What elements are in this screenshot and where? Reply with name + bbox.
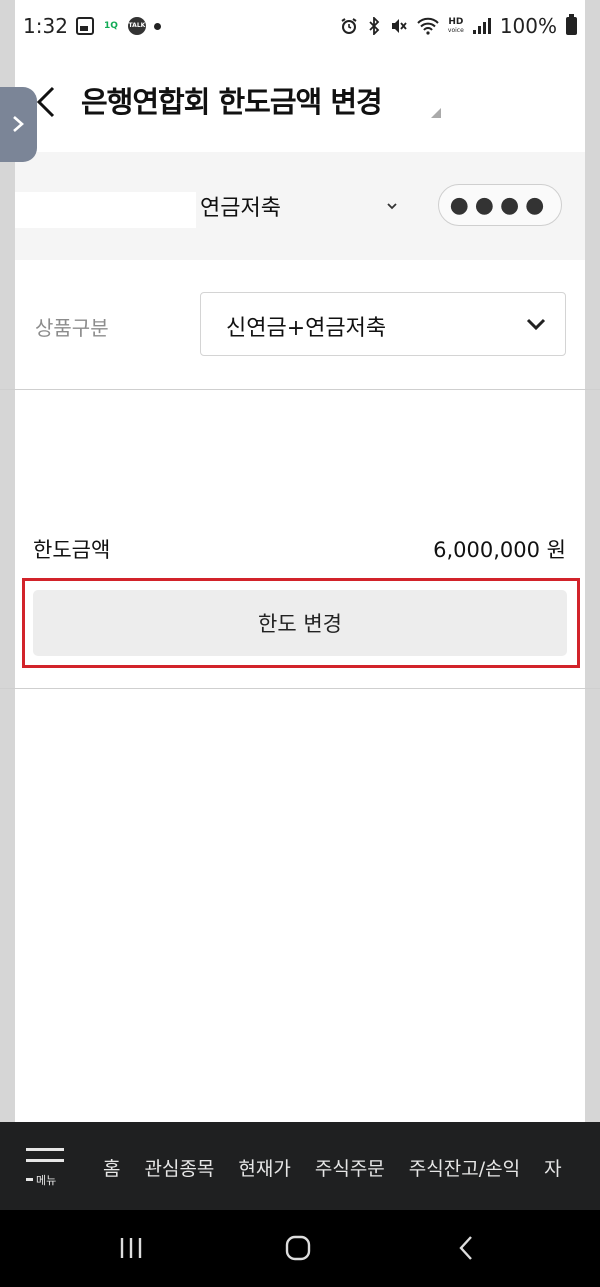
system-back-button[interactable] bbox=[456, 1234, 476, 1266]
system-navigation-bar bbox=[0, 1210, 600, 1287]
product-label: 상품구분 bbox=[35, 316, 109, 340]
status-time: 1:32 bbox=[23, 14, 68, 38]
account-bar: 연금저축 ●●●● bbox=[15, 152, 585, 260]
status-bar: 1:32 1Q TALK HD voice 100% bbox=[15, 0, 585, 52]
product-row: 상품구분 신연금+연금저축 bbox=[15, 262, 585, 388]
battery-icon bbox=[566, 14, 577, 35]
page-title: 은행연합회 한도금액 변경 bbox=[81, 85, 383, 119]
menu-label: 메뉴 bbox=[36, 1174, 57, 1187]
account-dropdown-button[interactable] bbox=[385, 196, 399, 215]
menu-item-stock-order[interactable]: 주식주문 bbox=[315, 1154, 385, 1181]
menu-item-current-price[interactable]: 현재가 bbox=[238, 1154, 290, 1181]
app-screen: 1:32 1Q TALK HD voice 100% 은행연합회 한도금액 변경… bbox=[15, 0, 585, 1210]
gallery-icon bbox=[75, 17, 94, 35]
product-selected-value: 신연금+연금저축 bbox=[226, 316, 387, 341]
mute-icon bbox=[391, 19, 407, 33]
battery-percent: 100% bbox=[499, 14, 557, 38]
menu-button[interactable]: 메뉴 bbox=[26, 1148, 66, 1188]
chevron-right-icon bbox=[13, 116, 24, 132]
title-corner-icon bbox=[431, 108, 441, 118]
signal-icon bbox=[472, 18, 491, 34]
change-limit-button[interactable]: 한도 변경 bbox=[33, 590, 567, 656]
chevron-down-icon bbox=[526, 318, 546, 331]
app-notification-icon: 1Q bbox=[103, 21, 118, 31]
limit-amount-label: 한도금액 bbox=[33, 538, 111, 562]
bottom-menu-items: 홈 관심종목 현재가 주식주문 주식잔고/손익 자 bbox=[103, 1154, 562, 1181]
recent-apps-button[interactable] bbox=[118, 1234, 144, 1266]
account-type-label: 연금저축 bbox=[200, 196, 281, 221]
divider bbox=[0, 688, 600, 689]
alarm-icon bbox=[341, 18, 357, 34]
recent-apps-icon bbox=[120, 1238, 142, 1258]
menu-item-balance[interactable]: 주식잔고/손익 bbox=[409, 1154, 520, 1181]
home-icon bbox=[285, 1235, 311, 1261]
wifi-icon bbox=[417, 17, 439, 35]
page-header: 은행연합회 한도금액 변경 bbox=[15, 60, 585, 150]
home-button[interactable] bbox=[284, 1234, 312, 1266]
menu-item-home[interactable]: 홈 bbox=[103, 1154, 120, 1181]
account-number-masked bbox=[15, 192, 196, 228]
divider bbox=[0, 389, 600, 390]
chevron-down-icon bbox=[387, 203, 397, 210]
back-icon bbox=[459, 1236, 472, 1260]
limit-amount-value: 6,000,000 원 bbox=[433, 538, 566, 562]
menu-item-watchlist[interactable]: 관심종목 bbox=[144, 1154, 214, 1181]
kakaotalk-icon: TALK bbox=[127, 17, 146, 35]
more-notifications-dot-icon bbox=[153, 22, 161, 30]
product-select[interactable]: 신연금+연금저축 bbox=[200, 292, 566, 356]
password-input-button[interactable]: ●●●● bbox=[438, 184, 562, 226]
hd-voice-icon: HD voice bbox=[447, 17, 464, 35]
side-panel-toggle[interactable] bbox=[0, 87, 37, 162]
menu-item-more[interactable]: 자 bbox=[544, 1154, 561, 1181]
bottom-menu-bar: 메뉴 홈 관심종목 현재가 주식주문 주식잔고/손익 자 bbox=[0, 1122, 600, 1210]
bluetooth-icon bbox=[369, 17, 380, 35]
